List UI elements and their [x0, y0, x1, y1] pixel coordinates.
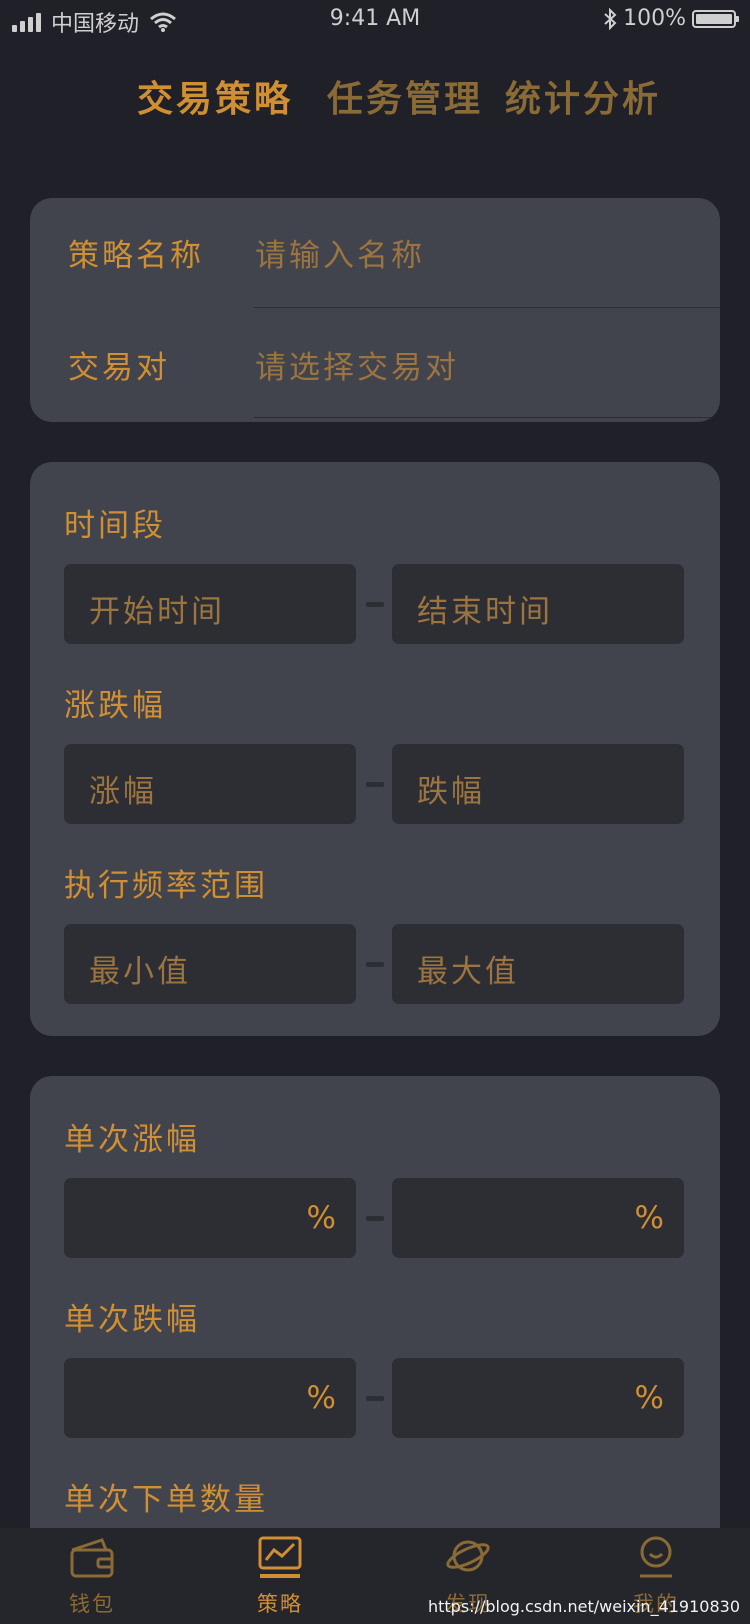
battery-percent: 100%	[623, 6, 686, 31]
divider	[254, 417, 720, 418]
start-time-input[interactable]: 开始时间	[64, 564, 356, 644]
percent-unit: %	[306, 1380, 336, 1416]
start-time-placeholder: 开始时间	[89, 594, 225, 630]
order-quantity-label: 单次下单数量	[64, 1482, 268, 1518]
single-fall-label: 单次跌幅	[64, 1302, 200, 1338]
basic-info-card: 策略名称 请输入名称 交易对 请选择交易对	[30, 198, 720, 422]
single-rise-label: 单次涨幅	[64, 1122, 200, 1158]
planet-icon	[446, 1540, 490, 1572]
single-rise-max-input[interactable]: %	[392, 1178, 684, 1258]
percent-unit: %	[634, 1380, 664, 1416]
tab-task-management[interactable]: 任务管理	[327, 70, 483, 122]
fall-input[interactable]: 跌幅	[392, 744, 684, 824]
frequency-min-input[interactable]: 最小值	[64, 924, 356, 1004]
range-card: 时间段 开始时间 结束时间 涨跌幅 涨幅 跌幅 执行频率范围 最小值 最大值	[30, 462, 720, 1036]
single-rise-min-input[interactable]: %	[64, 1178, 356, 1258]
end-time-input[interactable]: 结束时间	[392, 564, 684, 644]
change-range-label: 涨跌幅	[64, 688, 166, 724]
chart-icon	[258, 1536, 302, 1578]
time-period-label: 时间段	[64, 508, 166, 544]
single-order-card: 单次涨幅 % % 单次跌幅 % % 单次下单数量	[30, 1076, 720, 1576]
tab-strategy[interactable]: 策略	[220, 1528, 340, 1624]
frequency-max-input[interactable]: 最大值	[392, 924, 684, 1004]
rise-input[interactable]: 涨幅	[64, 744, 356, 824]
trading-pair-label: 交易对	[68, 350, 170, 386]
single-fall-min-input[interactable]: %	[64, 1358, 356, 1438]
strategy-name-label: 策略名称	[68, 238, 204, 274]
battery-icon	[692, 9, 739, 28]
range-dash	[366, 782, 384, 787]
tab-wallet[interactable]: 钱包	[32, 1528, 152, 1624]
wallet-icon	[70, 1538, 114, 1578]
top-tabs: 交易策略 任务管理 统计分析	[0, 70, 750, 122]
tab-trading-strategy[interactable]: 交易策略	[137, 70, 293, 122]
frequency-max-placeholder: 最大值	[417, 954, 519, 990]
frequency-min-placeholder: 最小值	[89, 954, 191, 990]
trading-pair-row: 交易对 请选择交易对	[30, 308, 720, 418]
status-right: 100%	[603, 6, 739, 31]
bluetooth-icon	[604, 7, 617, 30]
bottom-tab-bar: 钱包 策略 发现 我的 https://blog.csdn.net/weixin…	[0, 1528, 750, 1624]
watermark: https://blog.csdn.net/weixin_41910830	[427, 1597, 740, 1616]
tab-wallet-label: 钱包	[69, 1592, 115, 1616]
percent-unit: %	[634, 1200, 664, 1236]
strategy-name-input[interactable]: 请输入名称	[255, 230, 425, 275]
frequency-range-label: 执行频率范围	[64, 868, 268, 904]
tab-strategy-label: 策略	[257, 1592, 303, 1616]
range-dash	[366, 1216, 384, 1221]
single-fall-max-input[interactable]: %	[392, 1358, 684, 1438]
range-dash	[366, 1396, 384, 1401]
strategy-name-row: 策略名称 请输入名称	[30, 198, 720, 308]
rise-placeholder: 涨幅	[89, 774, 157, 810]
fall-placeholder: 跌幅	[417, 774, 485, 810]
percent-unit: %	[306, 1200, 336, 1236]
status-bar: 中国移动 9:41 AM 100%	[0, 0, 750, 40]
trading-pair-select[interactable]: 请选择交易对	[255, 342, 459, 387]
user-icon	[640, 1536, 672, 1578]
range-dash	[366, 962, 384, 967]
end-time-placeholder: 结束时间	[417, 594, 553, 630]
tab-statistics[interactable]: 统计分析	[505, 70, 661, 122]
range-dash	[366, 602, 384, 607]
